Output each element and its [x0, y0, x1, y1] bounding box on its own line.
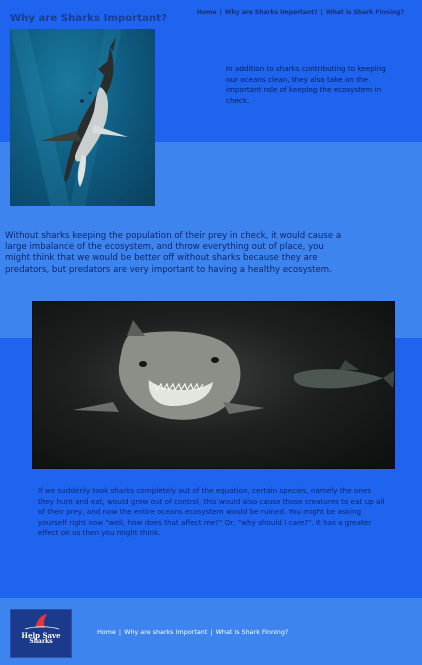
footer-nav-home-link[interactable]: Home	[97, 628, 116, 636]
shark-illustration	[10, 29, 128, 206]
footer-nav-finning-link[interactable]: What is Shark Finning?	[216, 628, 289, 636]
shark-close-up-photo	[32, 301, 395, 469]
shark-close-up-illustration	[73, 320, 394, 420]
intro-text: In addition to sharks contributing to ke…	[226, 64, 386, 105]
nav-separator: |	[219, 9, 222, 16]
top-navigation: Home | Why are Sharks Important? | What …	[197, 9, 404, 16]
main-paragraph: Without sharks keeping the population of…	[5, 231, 342, 275]
logo-text-line2: Sharks	[29, 638, 53, 645]
help-save-sharks-logo[interactable]: Help Save Sharks	[10, 609, 72, 658]
footer-navigation: Home | Why are sharks Important | What i…	[97, 628, 288, 636]
shark-fin-icon	[24, 614, 60, 630]
nav-separator: |	[320, 9, 323, 16]
nav-home-link[interactable]: Home	[197, 9, 216, 16]
shark-photo	[10, 29, 155, 206]
nav-finning-link[interactable]: What is Shark Finning?	[326, 9, 404, 16]
page-title: Why are Sharks Important?	[10, 13, 168, 24]
nav-why-link[interactable]: Why are Sharks Important?	[225, 9, 318, 16]
footer-nav-separator: |	[210, 628, 213, 636]
footer-nav-separator: |	[118, 628, 122, 636]
bottom-paragraph: If we suddenly took sharks completely ou…	[38, 486, 385, 538]
footer-nav-why-link[interactable]: Why are sharks Important	[124, 628, 207, 636]
